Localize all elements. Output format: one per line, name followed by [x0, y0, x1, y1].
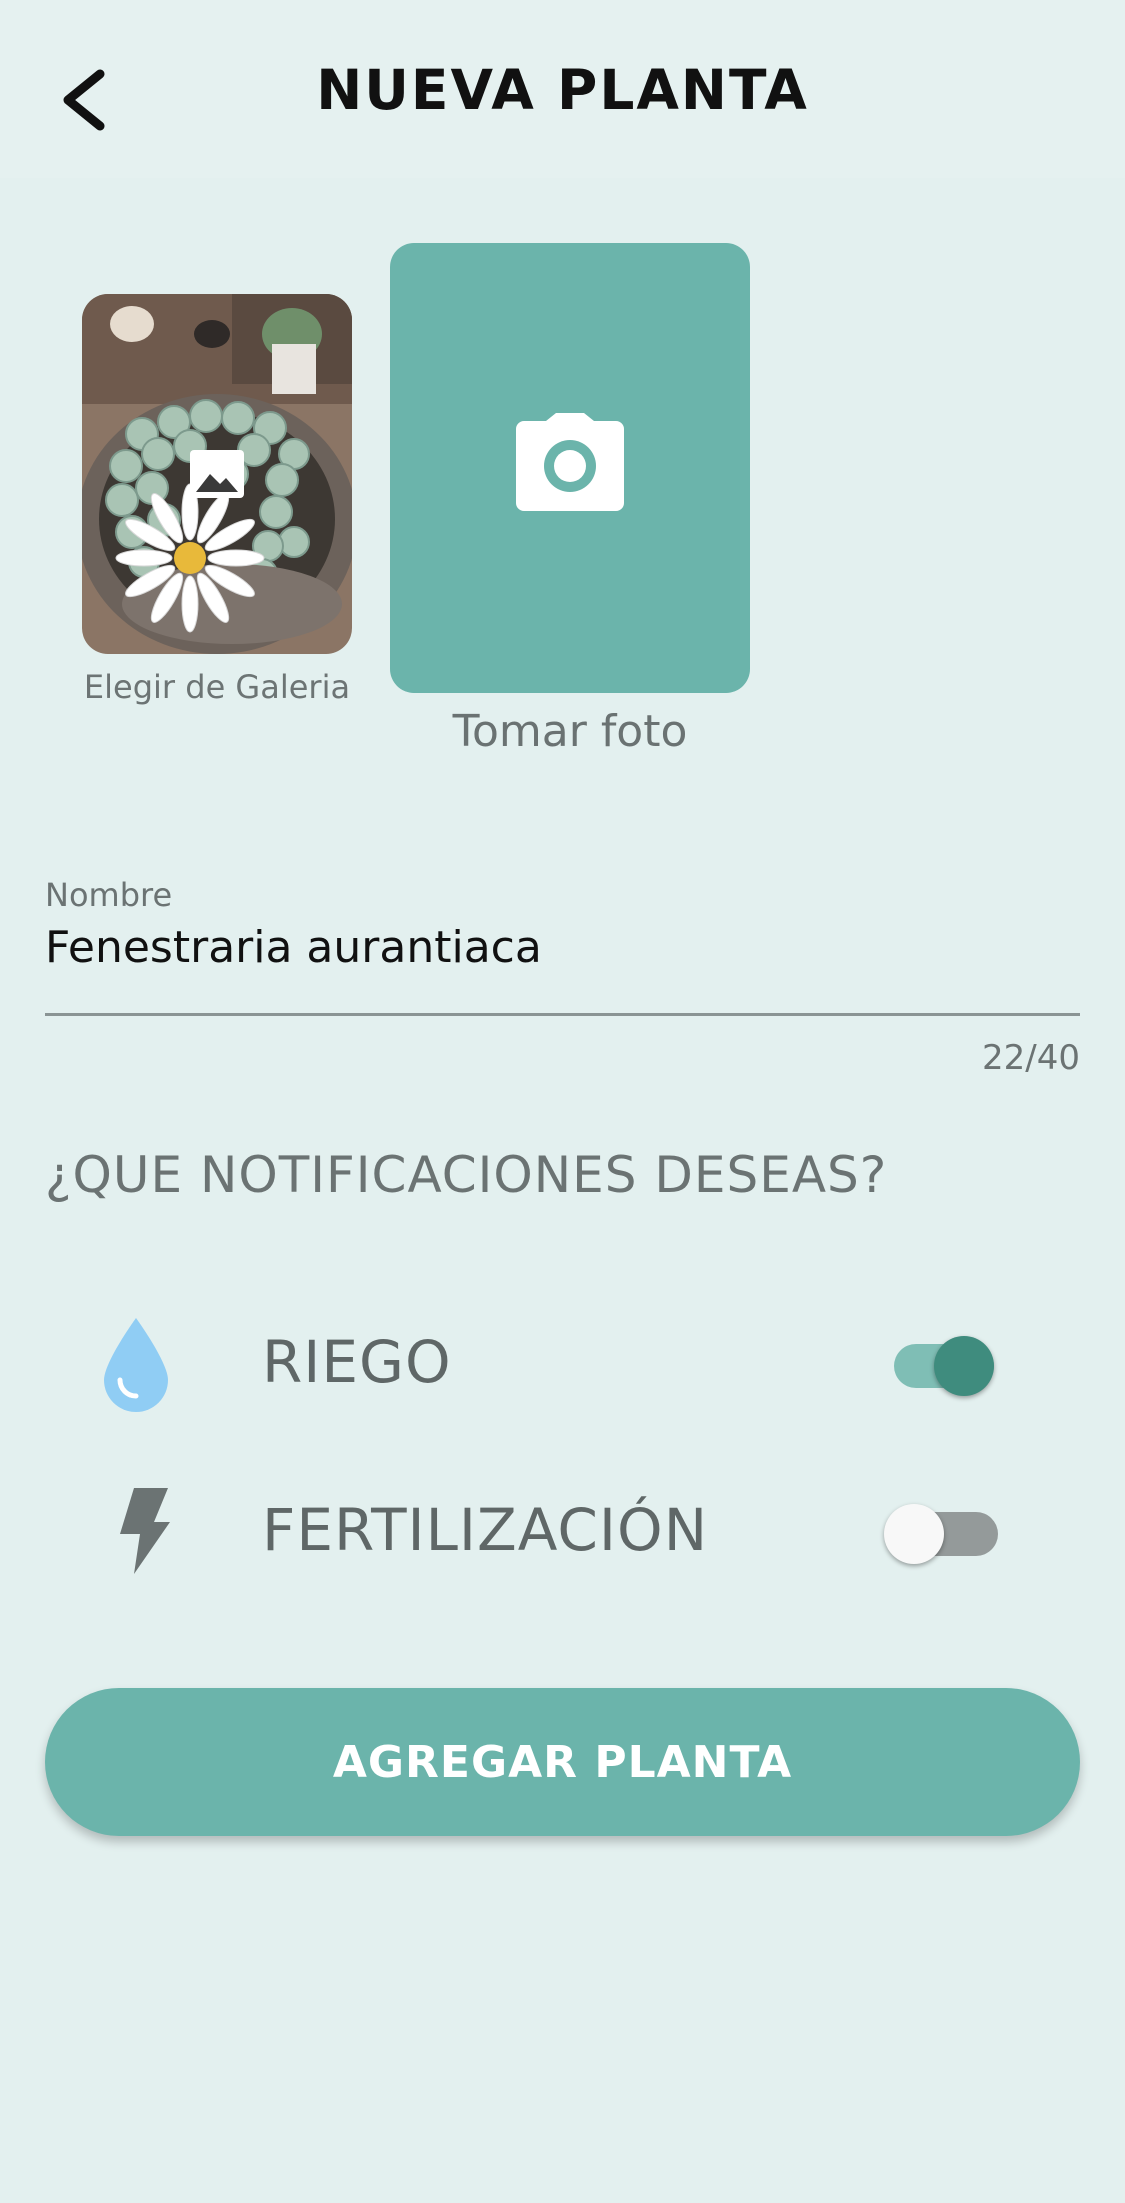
toggle-thumb: [934, 1336, 994, 1396]
gallery-label: Elegir de Galeria: [83, 668, 351, 706]
notifications-title: ¿QUE NOTIFICACIONES DESEAS?: [45, 1146, 888, 1204]
image-icon: [188, 448, 246, 500]
gallery-picker[interactable]: [82, 294, 352, 654]
riego-toggle[interactable]: [880, 1322, 1000, 1402]
name-field-label: Nombre: [45, 876, 173, 914]
add-plant-button[interactable]: AGREGAR PLANTA: [45, 1688, 1080, 1836]
fertilizacion-toggle[interactable]: [884, 1490, 1004, 1570]
character-counter: 22/40: [982, 1038, 1080, 1078]
camera-icon: [516, 413, 624, 511]
flash-icon: [120, 1488, 170, 1574]
riego-label: RIEGO: [262, 1328, 452, 1396]
app-bar: NUEVA PLANTA: [0, 0, 1125, 178]
page-title: NUEVA PLANTA: [316, 58, 809, 122]
water-drop-icon: [104, 1318, 168, 1412]
take-photo-label: Tomar foto: [452, 706, 688, 757]
toggle-thumb: [884, 1504, 944, 1564]
notification-row-riego: RIEGO: [0, 1292, 1125, 1432]
name-field[interactable]: [45, 918, 1080, 1016]
take-photo-button[interactable]: [390, 243, 750, 693]
fertilizacion-label: FERTILIZACIÓN: [262, 1496, 709, 1564]
notification-row-fertilizacion: FERTILIZACIÓN: [0, 1460, 1125, 1600]
